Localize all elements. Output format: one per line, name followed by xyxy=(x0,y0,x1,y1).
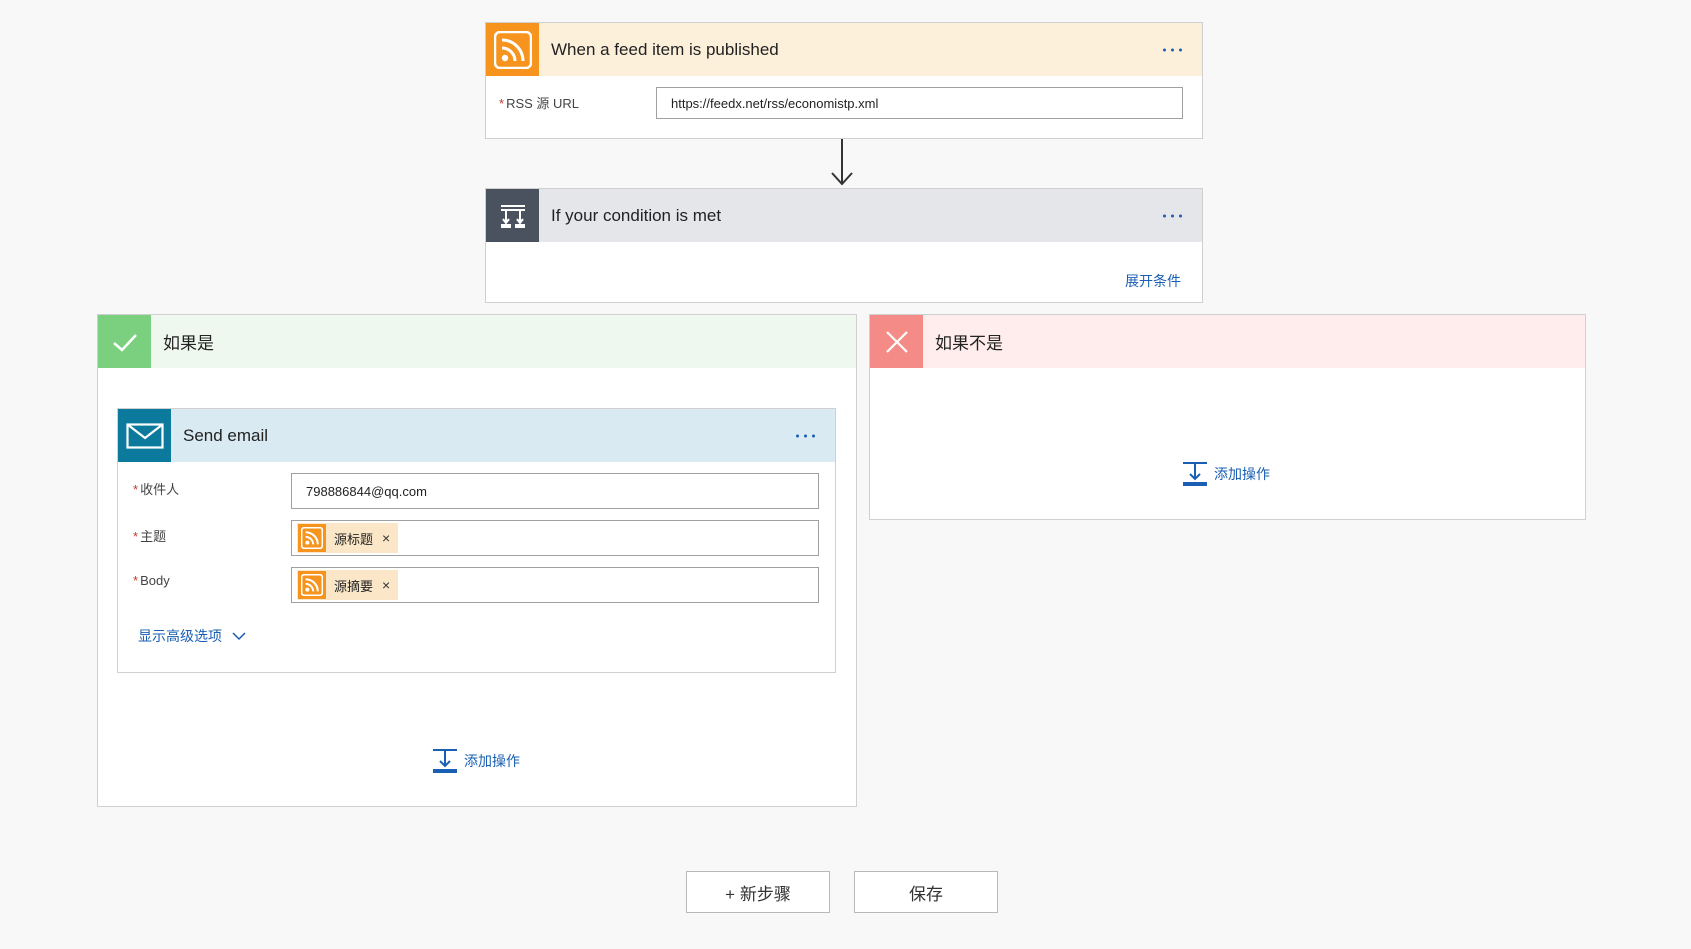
connector-arrow-icon xyxy=(831,139,853,186)
branch-no-header[interactable]: 如果不是 xyxy=(870,315,1585,368)
expand-condition-link[interactable]: 展开条件 xyxy=(1125,271,1181,291)
rss-url-input[interactable]: https://feedx.net/rss/economistp.xml xyxy=(656,87,1183,119)
condition-title: If your condition is met xyxy=(551,205,722,225)
trigger-more-menu[interactable] xyxy=(1157,42,1188,57)
advanced-options-toggle[interactable]: 显示高级选项 xyxy=(138,626,246,646)
dot-icon xyxy=(1163,214,1166,217)
condition-card[interactable]: If your condition is met 展开条件 xyxy=(485,188,1203,303)
send-email-title: Send email xyxy=(183,425,269,445)
to-input[interactable]: 798886844@qq.com xyxy=(291,473,819,509)
flow-designer-canvas: When a feed item is published * RSS 源 URL… xyxy=(0,0,1691,949)
add-action-no-label: 添加操作 xyxy=(1214,466,1270,482)
add-action-icon xyxy=(433,749,457,773)
branch-yes-header[interactable]: 如果是 xyxy=(98,315,856,368)
new-step-button[interactable]: + 新步骤 xyxy=(686,871,830,913)
condition-icon xyxy=(486,189,539,242)
body-label: * Body xyxy=(133,573,170,588)
rss-icon xyxy=(298,571,326,599)
branch-yes-title: 如果是 xyxy=(163,334,214,353)
rss-icon xyxy=(486,23,539,76)
remove-token-icon[interactable]: × xyxy=(382,530,390,546)
dynamic-content-token[interactable]: 源标题 × xyxy=(297,523,399,553)
add-action-yes-label: 添加操作 xyxy=(464,753,520,769)
branch-no-title: 如果不是 xyxy=(935,334,1003,353)
send-email-more-menu[interactable] xyxy=(790,428,821,443)
rss-icon xyxy=(298,524,326,552)
check-icon xyxy=(98,315,151,368)
dot-icon xyxy=(804,434,807,437)
add-action-yes-button[interactable]: 添加操作 xyxy=(432,748,520,774)
add-action-no-button[interactable]: 添加操作 xyxy=(1182,461,1270,487)
rss-url-label: * RSS 源 URL xyxy=(499,96,580,111)
dot-icon xyxy=(1179,214,1182,217)
branch-yes-card[interactable]: 如果是 Send email * 收件人 798886844@qq.com * … xyxy=(97,314,857,807)
send-email-card[interactable]: Send email * 收件人 798886844@qq.com * 主题 源… xyxy=(117,408,836,673)
subject-input[interactable]: 源标题 × xyxy=(291,520,819,556)
dot-icon xyxy=(1171,48,1174,51)
send-email-header[interactable]: Send email xyxy=(118,409,835,462)
condition-more-menu[interactable] xyxy=(1157,208,1188,223)
branch-no-card[interactable]: 如果不是 添加操作 xyxy=(869,314,1586,520)
add-action-icon xyxy=(1183,462,1207,486)
close-icon xyxy=(870,315,923,368)
dot-icon xyxy=(1179,48,1182,51)
dynamic-content-token[interactable]: 源摘要 × xyxy=(297,570,399,600)
advanced-options-label: 显示高级选项 xyxy=(138,628,222,644)
mail-icon xyxy=(118,409,171,462)
trigger-title: When a feed item is published xyxy=(551,39,779,59)
body-input[interactable]: 源摘要 × xyxy=(291,567,819,603)
subject-label: * 主题 xyxy=(133,529,167,544)
dot-icon xyxy=(1163,48,1166,51)
trigger-card[interactable]: When a feed item is published * RSS 源 URL… xyxy=(485,22,1203,139)
chevron-down-icon xyxy=(232,631,246,640)
save-button[interactable]: 保存 xyxy=(854,871,998,913)
dot-icon xyxy=(796,434,799,437)
trigger-card-header[interactable]: When a feed item is published xyxy=(486,23,1202,76)
to-label: * 收件人 xyxy=(133,482,180,497)
dot-icon xyxy=(1171,214,1174,217)
condition-card-header[interactable]: If your condition is met xyxy=(486,189,1202,242)
remove-token-icon[interactable]: × xyxy=(382,577,390,593)
dot-icon xyxy=(812,434,815,437)
